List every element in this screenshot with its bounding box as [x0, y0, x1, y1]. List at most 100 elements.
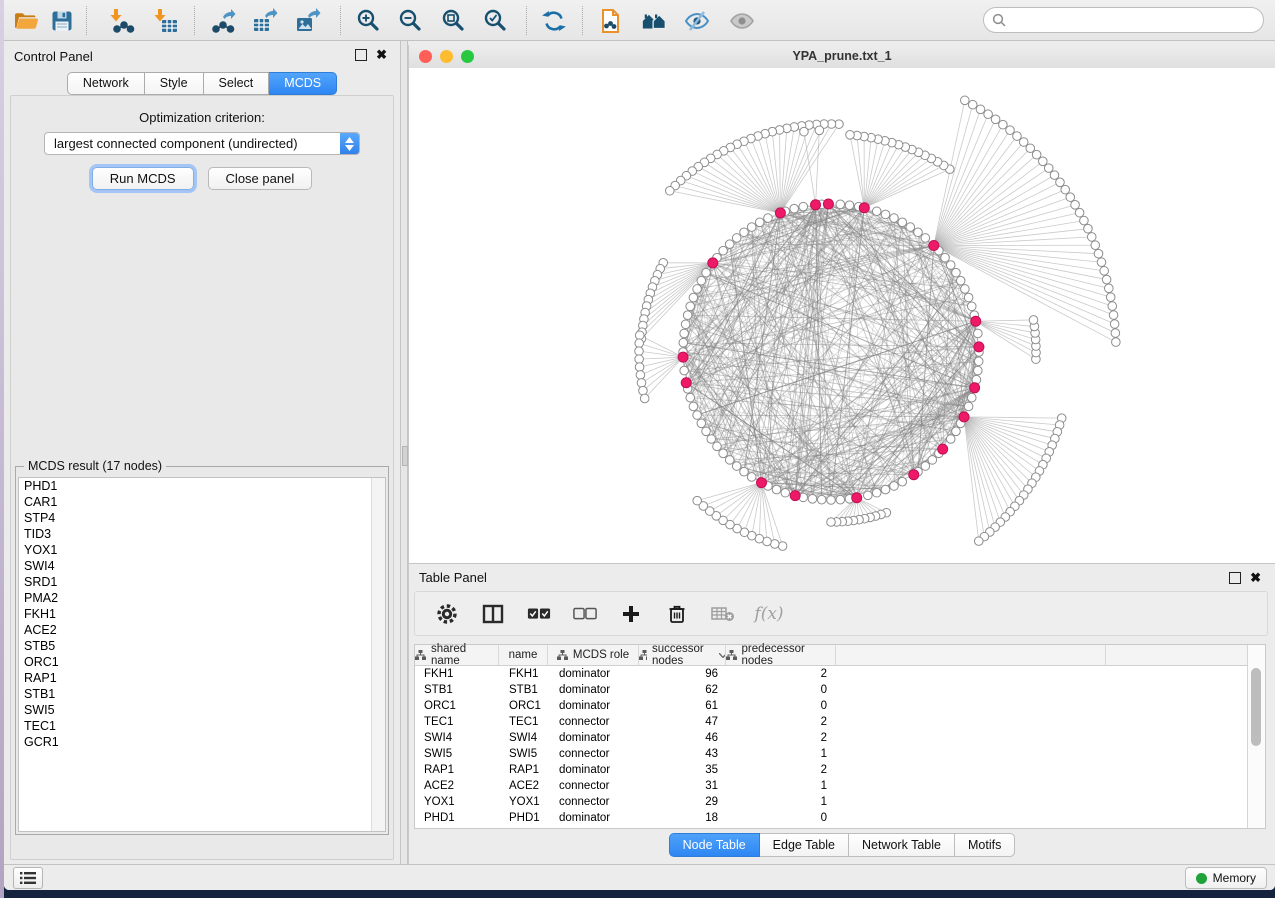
graph-leaf-node[interactable] [1102, 275, 1111, 284]
graph-node[interactable] [725, 456, 734, 465]
mcds-node-item[interactable]: ORC1 [19, 654, 385, 670]
graph-node[interactable] [946, 435, 955, 444]
graph-hub-node[interactable] [681, 378, 691, 388]
table-row[interactable]: SWI4SWI4dominator462 [415, 730, 1265, 746]
graph-node[interactable] [845, 201, 854, 210]
graph-leaf-node[interactable] [1111, 329, 1120, 338]
table-row[interactable]: RAP1RAP1dominator352 [415, 762, 1265, 778]
graph-leaf-node[interactable] [1019, 138, 1028, 147]
mcds-node-item[interactable]: GCR1 [19, 734, 385, 750]
graph-node[interactable] [941, 253, 950, 262]
graph-node[interactable] [890, 482, 899, 491]
memory-button[interactable]: Memory [1185, 867, 1267, 889]
graph-node[interactable] [961, 285, 970, 294]
graph-node[interactable] [772, 485, 781, 494]
graph-leaf-node[interactable] [1056, 178, 1065, 187]
mcds-list-scrollbar[interactable] [371, 478, 385, 831]
graph-node[interactable] [680, 329, 689, 338]
graph-node[interactable] [967, 393, 976, 402]
tab-edge-table[interactable]: Edge Table [760, 833, 849, 857]
tab-motifs[interactable]: Motifs [955, 833, 1015, 857]
graph-node[interactable] [898, 218, 907, 227]
mcds-node-item[interactable]: SWI5 [19, 702, 385, 718]
graph-node[interactable] [697, 276, 706, 285]
graph-node[interactable] [686, 302, 695, 311]
graph-leaf-node[interactable] [1050, 171, 1059, 180]
graph-node[interactable] [836, 495, 845, 504]
graph-leaf-node[interactable] [991, 115, 1000, 124]
graph-leaf-node[interactable] [635, 355, 644, 364]
graph-node[interactable] [740, 228, 749, 237]
graph-leaf-node[interactable] [1084, 224, 1093, 233]
graph-node[interactable] [817, 495, 826, 504]
graph-node[interactable] [747, 223, 756, 232]
graph-hub-node[interactable] [909, 470, 919, 480]
table-row[interactable]: PHD1PHD1dominator180 [415, 810, 1265, 826]
graph-node[interactable] [693, 411, 702, 420]
close-panel-button[interactable]: Close panel [208, 167, 313, 190]
graph-hub-node[interactable] [790, 491, 800, 501]
minimize-window-icon[interactable] [440, 50, 453, 63]
search-input[interactable] [1012, 9, 1263, 31]
hide-graphics-details-icon[interactable] [683, 7, 711, 35]
mcds-node-item[interactable]: ACE2 [19, 622, 385, 638]
close-window-icon[interactable] [419, 50, 432, 63]
graph-node[interactable] [974, 366, 983, 375]
graph-node[interactable] [964, 293, 973, 302]
graph-node[interactable] [781, 488, 790, 497]
graph-node[interactable] [906, 223, 915, 232]
graph-leaf-node[interactable] [1091, 241, 1100, 250]
graph-node[interactable] [967, 302, 976, 311]
close-panel-icon[interactable]: ✖ [376, 50, 387, 60]
close-panel-icon[interactable]: ✖ [1250, 573, 1261, 583]
import-table-icon[interactable] [152, 7, 180, 35]
graph-leaf-node[interactable] [968, 100, 977, 109]
graph-node[interactable] [689, 293, 698, 302]
table-scrollbar-thumb[interactable] [1251, 668, 1261, 746]
mcds-node-item[interactable]: PHD1 [19, 478, 385, 494]
table-row[interactable]: TEC1TEC1connector472 [415, 714, 1265, 730]
graph-hub-node[interactable] [974, 342, 984, 352]
graph-node[interactable] [827, 496, 836, 505]
graph-node[interactable] [864, 491, 873, 500]
graph-node[interactable] [790, 204, 799, 213]
graph-node[interactable] [725, 240, 734, 249]
graph-node[interactable] [755, 218, 764, 227]
mcds-node-item[interactable]: TEC1 [19, 718, 385, 734]
add-column-icon[interactable] [619, 602, 643, 626]
graph-node[interactable] [974, 357, 983, 366]
graph-leaf-node[interactable] [815, 126, 824, 135]
export-image-icon[interactable] [294, 7, 322, 35]
mcds-node-item[interactable]: STB5 [19, 638, 385, 654]
zoom-out-icon[interactable] [397, 7, 425, 35]
tab-select[interactable]: Select [204, 72, 270, 95]
graph-node[interactable] [683, 311, 692, 320]
graph-node[interactable] [808, 495, 817, 504]
graph-node[interactable] [679, 338, 688, 347]
table-row[interactable]: FKH1FKH1dominator962 [415, 666, 1265, 682]
mcds-result-list[interactable]: PHD1CAR1STP4TID3YOX1SWI4SRD1PMA2FKH1ACE2… [18, 477, 386, 832]
graph-node[interactable] [732, 234, 741, 243]
mcds-node-item[interactable]: YOX1 [19, 542, 385, 558]
graph-node[interactable] [952, 427, 961, 436]
graph-leaf-node[interactable] [999, 120, 1008, 129]
graph-leaf-node[interactable] [1075, 208, 1084, 217]
tab-mcds[interactable]: MCDS [269, 72, 337, 95]
graph-leaf-node[interactable] [665, 186, 674, 195]
graph-node[interactable] [890, 214, 899, 223]
graph-node[interactable] [681, 320, 690, 329]
graph-node[interactable] [764, 214, 773, 223]
graph-node[interactable] [881, 485, 890, 494]
column-header-name[interactable]: name [499, 645, 548, 665]
graph-leaf-node[interactable] [640, 394, 649, 403]
task-history-button[interactable] [13, 867, 43, 889]
graph-leaf-node[interactable] [1104, 284, 1113, 293]
deselect-all-icon[interactable] [573, 602, 597, 626]
graph-leaf-node[interactable] [974, 537, 983, 546]
graph-leaf-node[interactable] [693, 496, 702, 505]
graph-leaf-node[interactable] [1071, 201, 1080, 210]
export-table-icon[interactable] [251, 7, 279, 35]
zoom-selected-icon[interactable] [482, 7, 510, 35]
graph-hub-node[interactable] [959, 412, 969, 422]
graph-node[interactable] [872, 488, 881, 497]
